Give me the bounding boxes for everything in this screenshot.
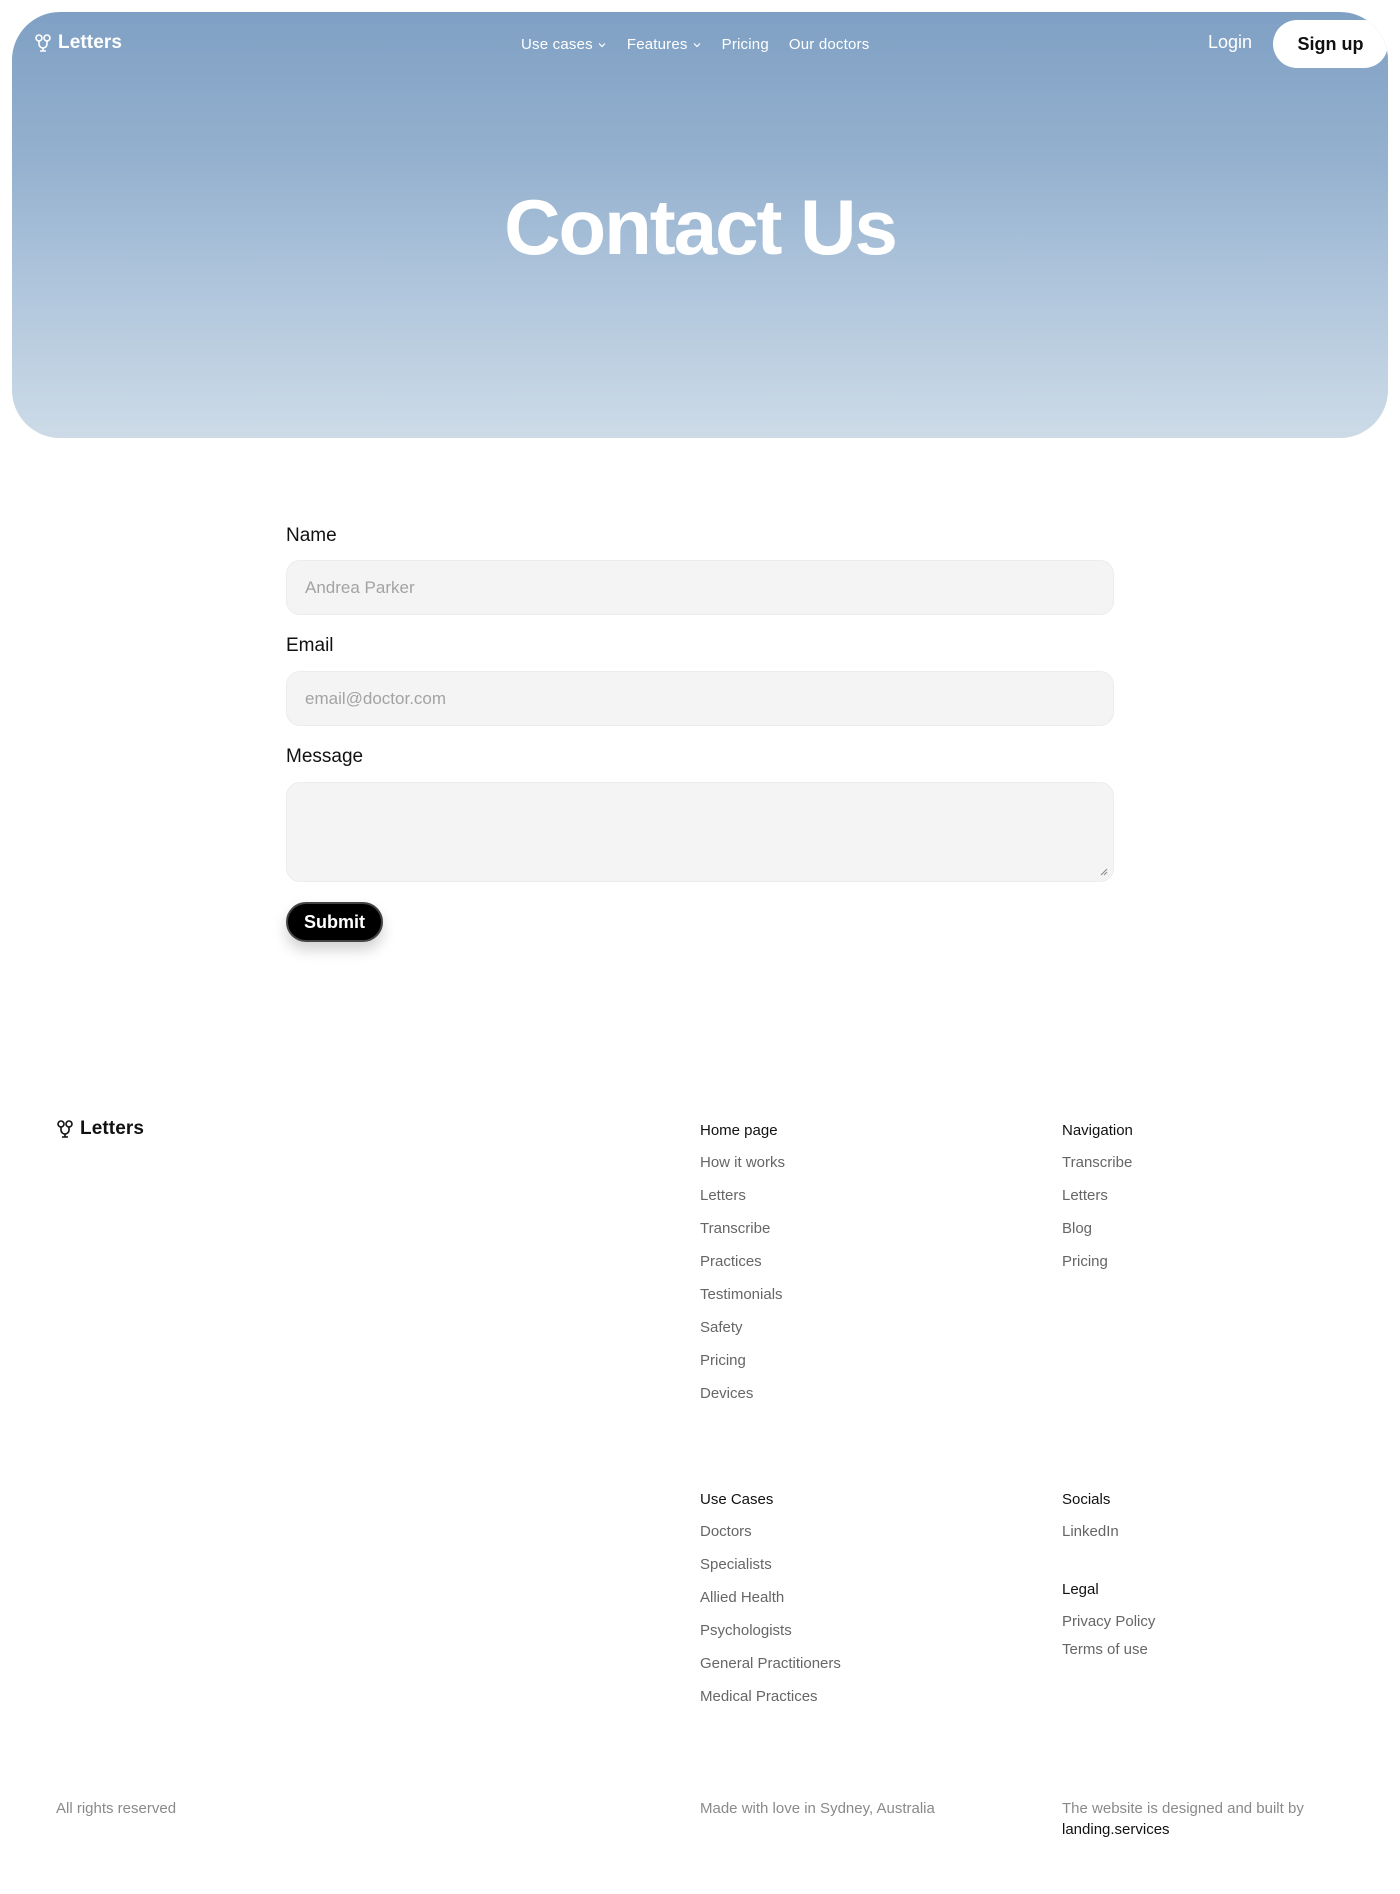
footer-nav-letters[interactable]: Letters: [1062, 1187, 1133, 1205]
brand-name: Letters: [58, 32, 123, 53]
footer-link-devices[interactable]: Devices: [700, 1385, 785, 1403]
footer-usecase-specialists[interactable]: Specialists: [700, 1556, 841, 1574]
footer-link-safety[interactable]: Safety: [700, 1319, 785, 1337]
nav-our-doctors[interactable]: Our doctors: [789, 36, 870, 53]
stethoscope-icon: [35, 34, 51, 52]
footer-heading-navigation: Navigation: [1062, 1122, 1133, 1139]
footer-link-how-it-works[interactable]: How it works: [700, 1154, 785, 1172]
footer-usecase-doctors[interactable]: Doctors: [700, 1523, 841, 1541]
footer-nav-pricing[interactable]: Pricing: [1062, 1253, 1133, 1271]
footer-brand-name: Letters: [80, 1118, 145, 1139]
nav-use-cases-label: Use cases: [521, 36, 593, 53]
footer-legal-terms[interactable]: Terms of use: [1062, 1641, 1155, 1659]
message-label: Message: [286, 746, 364, 767]
nav-pricing[interactable]: Pricing: [722, 36, 769, 53]
nav-features-label: Features: [626, 36, 688, 53]
nav-our-doctors-label: Our doctors: [788, 36, 870, 53]
footer-usecase-allied-health[interactable]: Allied Health: [700, 1589, 841, 1607]
footer-credit-link[interactable]: landing.services: [1062, 1821, 1304, 1838]
footer-col-socials: Socials LinkedIn: [1062, 1491, 1119, 1556]
email-label: Email: [286, 635, 334, 656]
login-link[interactable]: Login: [1208, 32, 1252, 53]
top-nav: Letters Use cases Features Pricing Our d…: [12, 12, 1388, 76]
footer-col-legal: Legal Privacy Policy Terms of use: [1062, 1581, 1155, 1669]
brand-logo[interactable]: Letters: [34, 32, 122, 54]
email-input[interactable]: [286, 671, 1114, 726]
footer-social-linkedin[interactable]: LinkedIn: [1062, 1523, 1119, 1541]
footer-usecase-medical-practices[interactable]: Medical Practices: [700, 1688, 841, 1706]
footer-link-practices[interactable]: Practices: [700, 1253, 785, 1271]
footer-rights: All rights reserved: [56, 1800, 177, 1817]
chevron-down-icon: [598, 42, 606, 47]
submit-button[interactable]: Submit: [286, 902, 383, 942]
footer-col-home: Home page How it works Letters Transcrib…: [700, 1122, 785, 1418]
stethoscope-icon: [57, 1120, 73, 1138]
message-textarea[interactable]: [286, 782, 1114, 882]
hero-banner: Letters Use cases Features Pricing Our d…: [12, 12, 1388, 438]
footer-nav-transcribe[interactable]: Transcribe: [1062, 1154, 1133, 1172]
footer-heading-use-cases: Use Cases: [700, 1491, 774, 1508]
nav-features[interactable]: Features: [627, 36, 702, 53]
footer-heading-socials: Socials: [1062, 1491, 1111, 1508]
footer-logo[interactable]: Letters: [56, 1118, 144, 1140]
signup-button[interactable]: Sign up: [1273, 20, 1388, 68]
nav-pricing-label: Pricing: [721, 36, 769, 53]
footer-link-transcribe[interactable]: Transcribe: [700, 1220, 785, 1238]
footer-link-testimonials[interactable]: Testimonials: [700, 1286, 785, 1304]
footer-nav-blog[interactable]: Blog: [1062, 1220, 1133, 1238]
name-label: Name: [286, 525, 337, 546]
footer-heading-home: Home page: [700, 1122, 778, 1139]
footer-credit-text: The website is designed and built by: [1062, 1800, 1304, 1817]
footer-usecase-general-practitioners[interactable]: General Practitioners: [700, 1655, 841, 1673]
nav-use-cases[interactable]: Use cases: [521, 36, 607, 53]
footer-legal-privacy[interactable]: Privacy Policy: [1062, 1613, 1155, 1631]
footer-link-pricing[interactable]: Pricing: [700, 1352, 785, 1370]
chevron-down-icon: [693, 42, 701, 47]
footer-made-in: Made with love in Sydney, Australia: [700, 1800, 935, 1817]
footer-link-letters[interactable]: Letters: [700, 1187, 785, 1205]
nav-links: Use cases Features Pricing Our doctors: [521, 36, 869, 53]
page-title: Contact Us: [504, 183, 898, 271]
footer-col-use-cases: Use Cases Doctors Specialists Allied Hea…: [700, 1491, 841, 1721]
message-wrapper: [286, 782, 1114, 882]
name-input[interactable]: [286, 560, 1114, 615]
footer-usecase-psychologists[interactable]: Psychologists: [700, 1622, 841, 1640]
footer-col-navigation: Navigation Transcribe Letters Blog Prici…: [1062, 1122, 1133, 1286]
footer-credit: The website is designed and built by lan…: [1062, 1800, 1304, 1838]
resize-handle-icon[interactable]: [1098, 866, 1108, 876]
footer-heading-legal: Legal: [1062, 1581, 1099, 1598]
